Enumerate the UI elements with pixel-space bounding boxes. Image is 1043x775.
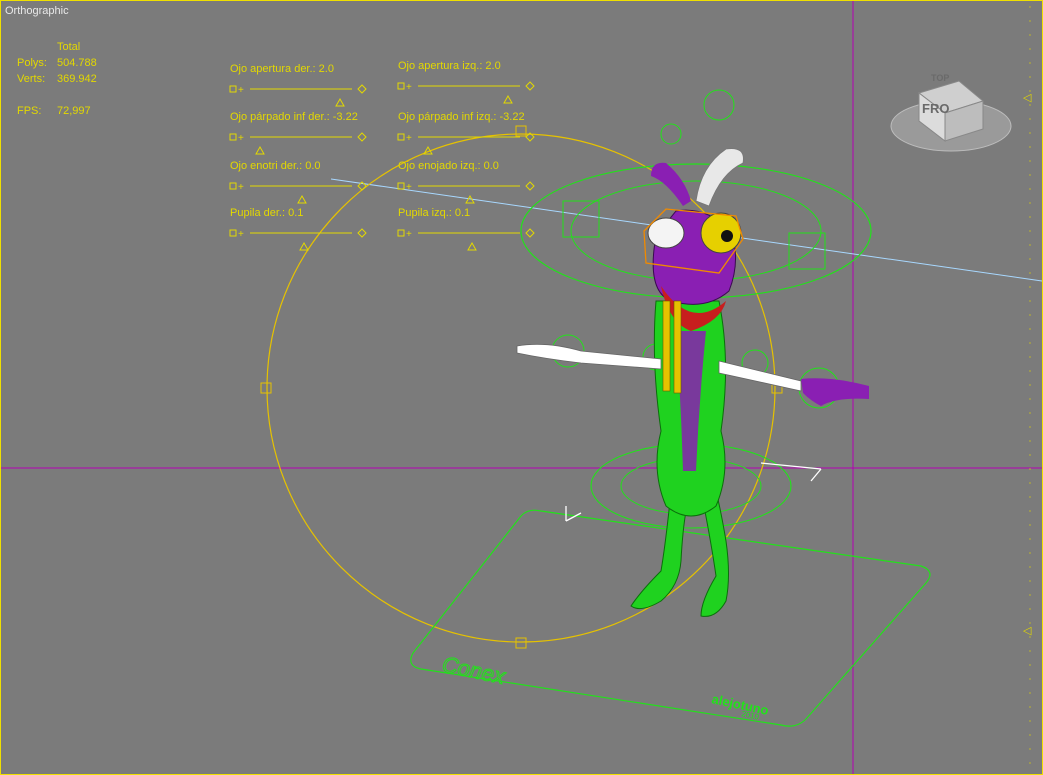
circle-handle-bottom [515,637,527,649]
slider-thumb [423,145,433,155]
left-eye-cube [562,200,600,238]
slider-max-diamond [525,228,535,238]
slider-3[interactable]: Ojo párpado inf izq.: -3.22 + [397,111,538,157]
character-conex [516,148,869,617]
navcube: FRO TOP [890,73,1012,152]
slider-min-box [229,85,237,93]
slider-track[interactable]: + [397,227,538,251]
slider-2[interactable]: Ojo párpado inf der.: -3.22 + [229,111,370,157]
slider-max-diamond [525,181,535,191]
slider-thumb [335,97,345,107]
slider-0[interactable]: Ojo apertura der.: 2.0 + [229,63,370,109]
slider-plus: + [406,182,412,193]
slider-min-box [229,182,237,190]
slider-1[interactable]: Ojo apertura izq.: 2.0 + [397,60,538,106]
slider-label: Ojo enojado izq.: 0.0 [398,160,499,172]
watermark-author: alejotuno [710,691,770,718]
slider-max-diamond [357,132,367,142]
circle-handle-left [260,382,272,394]
slider-track[interactable]: + [229,83,370,107]
viewport-label[interactable]: Orthographic [5,5,69,17]
slider-5[interactable]: Ojo enojado izq.: 0.0 + [397,160,538,206]
slider-max-diamond [357,84,367,94]
slider-max-diamond [525,132,535,142]
slider-track[interactable]: + [397,80,538,104]
slider-plus: + [238,229,244,240]
slider-plus: + [238,182,244,193]
slider-thumb [503,94,513,104]
slider-thumb [297,194,307,204]
slider-max-diamond [357,228,367,238]
fps-label: FPS: [17,105,42,117]
verts-label: Verts: [17,73,46,85]
slider-track[interactable]: + [397,180,538,204]
slider-label: Ojo apertura der.: 2.0 [230,63,334,75]
slider-max-diamond [525,81,535,91]
small-sphere-control [660,123,682,145]
right-marker-top: ◁ [1023,92,1032,104]
slider-max-diamond [357,181,367,191]
slider-label: Ojo apertura izq.: 2.0 [398,60,501,72]
slider-plus: + [238,133,244,144]
slider-label: Ojo párpado inf der.: -3.22 [230,111,358,123]
right-marker-bottom: ◁ [1023,625,1032,637]
slider-label: Ojo párpado inf izq.: -3.22 [398,111,525,123]
slider-label: Pupila izq.: 0.1 [398,207,471,219]
stats-overlay: Total Polys: 504.788 Verts: 369.942 FPS: 72… [17,39,97,119]
slider-plus: + [238,85,244,96]
slider-6[interactable]: Pupila der.: 0.1 + [229,207,370,253]
slider-track[interactable]: + [397,131,538,155]
slider-min-box [397,82,405,90]
slider-plus: + [406,133,412,144]
slider-4[interactable]: Ojo enotri der.: 0.0 + [229,160,370,206]
fps-value: 72,997 [57,105,91,117]
slider-label: Pupila der.: 0.1 [230,207,304,219]
slider-min-box [229,133,237,141]
slider-track[interactable]: + [229,227,370,251]
slider-min-box [397,133,405,141]
viewport-orthographic[interactable]: FRO TOP Conex alejotuno 2010 ◁ ◁ Orthogr… [0,0,1043,775]
top-sphere-control [703,89,735,121]
slider-min-box [397,182,405,190]
slider-label: Ojo enotri der.: 0.0 [230,160,321,172]
slider-thumb [465,194,475,204]
slider-thumb [255,145,265,155]
slider-min-box [229,229,237,237]
slider-plus: + [406,229,412,240]
slider-min-box [397,229,405,237]
slider-thumb [467,241,477,251]
navcube-front-face[interactable]: FRO [922,101,949,116]
slider-track[interactable]: + [229,131,370,155]
polys-value: 504.788 [57,57,97,69]
slider-plus: + [406,82,412,93]
slider-thumb [299,241,309,251]
verts-value: 369.942 [57,73,97,85]
slider-7[interactable]: Pupila izq.: 0.1 + [397,207,538,253]
navcube-top-face[interactable]: TOP [931,73,949,83]
stats-header: Total [57,41,81,53]
polys-label: Polys: [17,57,47,69]
watermark-name: Conex [440,651,508,689]
slider-track[interactable]: + [229,180,370,204]
